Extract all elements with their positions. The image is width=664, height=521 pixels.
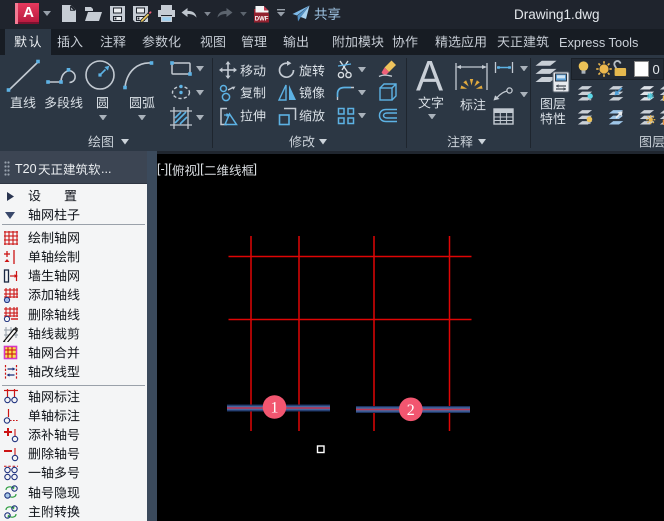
svg-text:DWF: DWF [255,17,269,23]
svg-text:1: 1 [271,400,279,417]
svg-text:2: 2 [407,402,415,419]
